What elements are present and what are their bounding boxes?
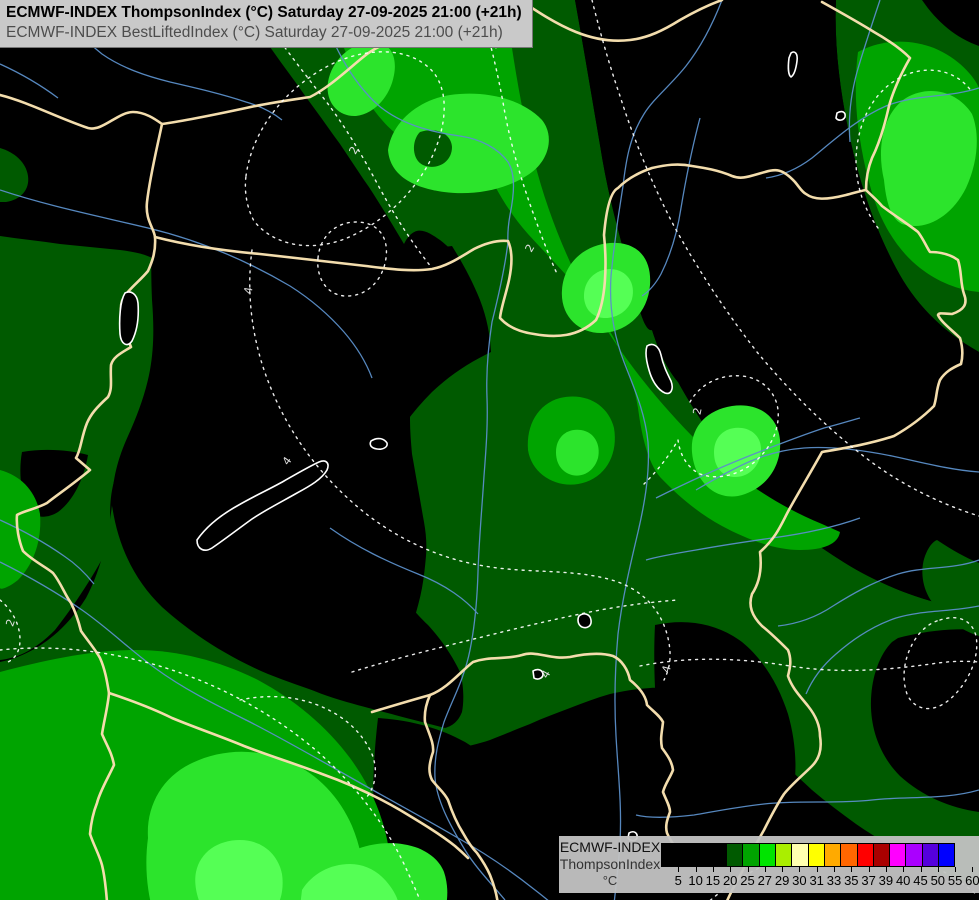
- title-bar: ECMWF-INDEX ThompsonIndex (°C) Saturday …: [0, 0, 533, 48]
- legend-cell: [709, 843, 728, 867]
- legend-tick-mark: [920, 867, 922, 872]
- legend-tick-mark: [695, 867, 697, 872]
- legend-cell: [889, 843, 907, 867]
- legend-cell: [921, 843, 940, 867]
- legend-cell: [840, 843, 858, 867]
- legend-tick-label: 55: [947, 873, 963, 888]
- legend-cell: [823, 843, 842, 867]
- lake-small: [835, 110, 846, 121]
- legend-cell: [661, 843, 679, 867]
- legend-tick-mark: [678, 867, 680, 872]
- legend-cell: [791, 843, 809, 867]
- legend-tick-label: 31: [809, 873, 824, 888]
- legend-tick-label: 20: [722, 873, 738, 888]
- title-line-secondary: ECMWF-INDEX BestLiftedIndex (°C) Saturda…: [6, 24, 503, 41]
- legend-tick-label: 10: [688, 873, 703, 888]
- legend-tick-label: 39: [878, 873, 894, 888]
- legend: ECMWF-INDEX ThompsonIndex °C 5 10 15 20 25 27…: [559, 836, 979, 893]
- legend-tick-mark: [782, 867, 784, 872]
- legend-unit-label: °C: [602, 873, 618, 888]
- lake-small: [577, 613, 592, 629]
- legend-index-label: ThompsonIndex: [559, 856, 661, 872]
- legend-cell: [775, 843, 793, 867]
- legend-tick-mark: [799, 867, 801, 872]
- legend-tick-label: 5: [674, 873, 682, 888]
- legend-tick-label: 35: [844, 873, 859, 888]
- legend-tick-label: 15: [705, 873, 721, 888]
- legend-cell: [742, 843, 760, 867]
- legend-tick-mark: [885, 867, 887, 872]
- legend-tick-mark: [955, 867, 957, 872]
- legend-color-bar: 5 10 15 20 25 27 29 30 31 33 35 37 39 40 45 50 55 60: [661, 836, 979, 893]
- legend-tick-mark: [764, 867, 766, 872]
- legend-tick-mark: [903, 867, 905, 872]
- legend-cell: [872, 843, 891, 867]
- title-line-primary: ECMWF-INDEX ThompsonIndex (°C) Saturday …: [6, 4, 522, 21]
- legend-tick-label: 29: [774, 873, 790, 888]
- legend-cell: [905, 843, 923, 867]
- legend-tick-mark: [937, 867, 939, 872]
- legend-cell: [758, 843, 777, 867]
- legend-tick-label: 40: [895, 873, 911, 888]
- legend-tick-mark: [730, 867, 732, 872]
- legend-tick-label: 37: [861, 873, 876, 888]
- legend-tick-label: 30: [792, 873, 807, 888]
- legend-cell: [677, 843, 695, 867]
- legend-tick-label: 60: [965, 873, 979, 888]
- legend-tick-label: 45: [913, 873, 928, 888]
- legend-tick-mark: [747, 867, 749, 872]
- legend-cells: [661, 843, 956, 867]
- lake-velence: [369, 437, 388, 450]
- legend-tick-label: 27: [757, 873, 773, 888]
- legend-cell: [693, 843, 711, 867]
- weather-map-screenshot: 222224444 ECMWF-INDEX ThompsonIndex (°C)…: [0, 0, 979, 900]
- legend-tick-label: 50: [930, 873, 946, 888]
- legend-cell: [938, 843, 956, 867]
- legend-tick-mark: [868, 867, 870, 872]
- legend-tick-mark: [712, 867, 714, 872]
- legend-tick-label: 25: [740, 873, 755, 888]
- legend-tick-mark: [834, 867, 835, 872]
- map-canvas: 222224444: [0, 0, 979, 900]
- legend-cell: [856, 843, 874, 867]
- legend-model-label: ECMWF-INDEX: [559, 839, 661, 855]
- legend-tick-mark: [851, 867, 853, 872]
- legend-cell: [807, 843, 825, 867]
- legend-tick-mark: [816, 867, 818, 872]
- legend-tick-mark: [972, 867, 974, 872]
- legend-cell: [726, 843, 744, 867]
- legend-labels: ECMWF-INDEX ThompsonIndex °C: [559, 836, 661, 889]
- legend-tick-label: 33: [826, 873, 842, 888]
